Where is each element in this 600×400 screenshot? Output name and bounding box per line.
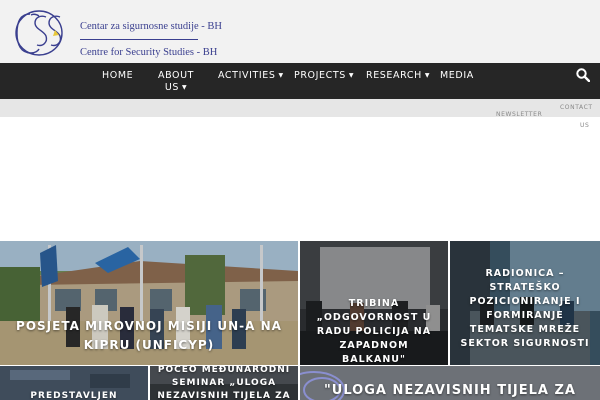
news-tile-title: TRIBINA „ODGOVORNOST U RADU POLICIJA NA … — [316, 298, 432, 365]
nav-item-label: PROJECTS — [294, 70, 346, 81]
nav-item-media[interactable]: MEDIA — [440, 70, 474, 82]
news-tile-seminar[interactable]: POČEO MEĐUNARODNI SEMINAR „ULOGA NEZAVIS… — [150, 366, 298, 400]
chevron-down-icon: ▼ — [182, 84, 188, 91]
nav-item-research[interactable]: RESEARCH ▼ — [366, 70, 430, 82]
logo-text-bosnian: Centar za sigurnosne studije - BH — [80, 21, 223, 32]
news-tile-title: RADIONICA – STRATEŠKO POZICIONIRANJE I F… — [460, 268, 590, 349]
nav-item-projects[interactable]: PROJECTS ▼ — [294, 70, 354, 82]
contact-us-link-line2[interactable]: US — [580, 122, 589, 129]
nav-item-label: ABOUT — [158, 70, 195, 81]
search-icon[interactable] — [576, 68, 590, 82]
css-logo-icon — [15, 10, 63, 56]
news-tile-radionica[interactable]: RADIONICA – STRATEŠKO POZICIONIRANJE I F… — [450, 241, 600, 365]
news-tile-title: POSJETA MIROVNOJ MISIJI UN-A NA KIPRU (U… — [16, 319, 282, 352]
news-tile-title: POČEO MEĐUNARODNI SEMINAR „ULOGA NEZAVIS… — [157, 366, 291, 400]
contact-us-link[interactable]: CONTACT — [560, 104, 593, 111]
nav-item-label: HOME — [102, 70, 134, 81]
nav-item-label: RESEARCH — [366, 70, 422, 81]
logo-text-english: Centre for Security Studies - BH — [80, 47, 218, 58]
news-tile-title: PREDSTAVLJEN — [30, 391, 118, 400]
news-tile-nezavisna-tijela[interactable]: "ULOGA NEZAVISNIH TIJELA ZA — [300, 366, 600, 400]
page: Centar za sigurnosne studije - BH Centre… — [0, 0, 600, 400]
chevron-down-icon: ▼ — [424, 72, 431, 79]
nav-item-label: ACTIVITIES — [218, 70, 276, 81]
main-nav: HOME ABOUT US ▼ ACTIVITIES ▼ PROJECTS ▼ RES… — [0, 63, 600, 99]
nav-item-activities[interactable]: ACTIVITIES ▼ — [218, 70, 284, 82]
nav-item-home[interactable]: HOME — [102, 70, 133, 82]
logo-divider — [80, 39, 198, 40]
site-header: Centar za sigurnosne studije - BH Centre… — [0, 0, 600, 63]
nav-item-about-us[interactable]: ABOUT US ▼ — [158, 70, 194, 94]
site-logo[interactable]: Centar za sigurnosne studije - BH Centre… — [14, 8, 222, 58]
nav-item-label: MEDIA — [440, 70, 474, 81]
newsletter-link[interactable]: NEWSLETTER — [496, 111, 542, 118]
news-tile-tribina[interactable]: TRIBINA „ODGOVORNOST U RADU POLICIJA NA … — [300, 241, 448, 365]
news-tile-predstavljen[interactable]: PREDSTAVLJEN — [0, 366, 148, 400]
news-tile-title: "ULOGA NEZAVISNIH TIJELA ZA — [324, 383, 576, 398]
chevron-down-icon: ▼ — [348, 72, 355, 79]
nav-item-label-line2: US — [164, 82, 180, 93]
chevron-down-icon: ▼ — [278, 72, 284, 79]
news-tile-unficyp[interactable]: POSJETA MIROVNOJ MISIJI UN-A NA KIPRU (U… — [0, 241, 298, 365]
